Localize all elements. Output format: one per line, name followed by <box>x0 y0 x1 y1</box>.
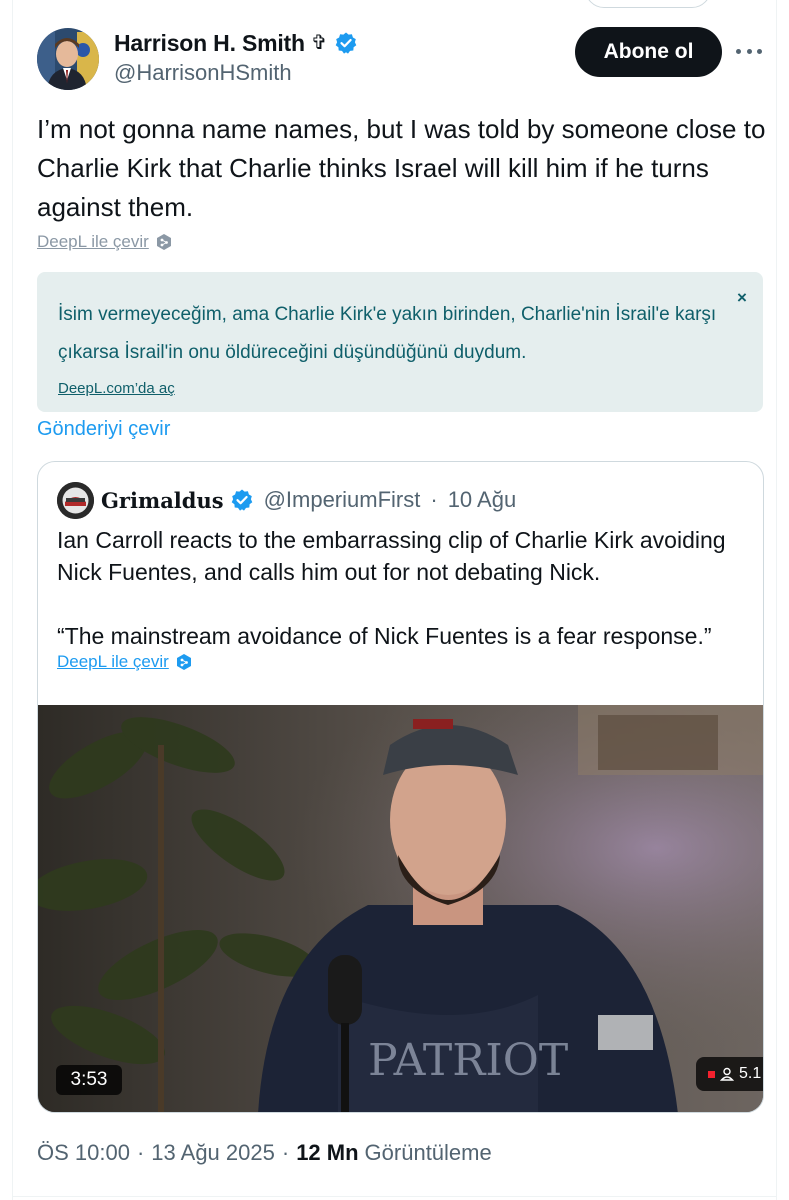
verified-badge-icon <box>230 488 254 512</box>
author-handle[interactable]: @HarrisonHSmith <box>114 60 292 86</box>
post-date[interactable]: 13 Ağu 2025 <box>151 1140 275 1166</box>
deepl-icon <box>155 233 173 251</box>
quoted-author-name: Grimaldus <box>101 487 224 513</box>
verified-badge-icon <box>334 31 358 55</box>
column-border-left <box>12 0 13 1200</box>
quoted-tweet-card[interactable]: Grimaldus @ImperiumFirst · 10 Ağu Ian Ca… <box>37 461 764 1113</box>
video-thumbnail: PATRIOT <box>38 705 763 1112</box>
cross-icon: ✞ <box>310 32 328 54</box>
deepl-icon <box>175 653 193 671</box>
views-count: 12 Mn <box>296 1140 359 1165</box>
quoted-deepl-link[interactable]: DeepL ile çevir <box>57 652 169 672</box>
bottom-divider <box>12 1196 777 1197</box>
open-in-deepl-link[interactable]: DeepL.com’da aç <box>58 380 175 397</box>
author-name-row[interactable]: Harrison H. Smith ✞ <box>114 28 358 58</box>
tweet-footer: ÖS 10:00 · 13 Ağu 2025 · 12 Mn Görüntüle… <box>37 1140 492 1166</box>
views-label: Görüntüleme <box>364 1140 492 1165</box>
video-player[interactable]: PATRIOT 3:53 5.1 <box>38 705 763 1112</box>
quoted-paragraph-1: Ian Carroll reacts to the embarrassing c… <box>57 527 726 585</box>
quoted-deepl-row[interactable]: DeepL ile çevir <box>57 652 193 672</box>
top-partial-button <box>585 0 711 8</box>
quoted-author-avatar <box>57 482 94 519</box>
author-avatar[interactable] <box>37 28 99 90</box>
quoted-text: Ian Carroll reacts to the embarrassing c… <box>57 524 757 652</box>
viewer-count: 5.1 <box>739 1065 762 1082</box>
footer-separator: · <box>281 1140 290 1165</box>
person-icon <box>720 1067 734 1081</box>
live-dot-icon <box>708 1070 715 1078</box>
viewer-count-badge: 5.1 <box>696 1057 763 1091</box>
translation-panel: İsim vermeyeceğim, ama Charlie Kirk'e ya… <box>37 272 763 412</box>
subscribe-button[interactable]: Abone ol <box>575 27 722 77</box>
more-horizontal-icon[interactable] <box>736 38 762 64</box>
quoted-header: Grimaldus @ImperiumFirst · 10 Ağu <box>101 484 516 516</box>
column-border-right <box>776 0 777 1200</box>
close-icon[interactable]: × <box>737 288 747 308</box>
quoted-date: 10 Ağu <box>447 487 517 512</box>
video-duration: 3:53 <box>56 1065 122 1095</box>
footer-separator: · <box>136 1140 145 1165</box>
translation-text: İsim vermeyeceğim, ama Charlie Kirk'e ya… <box>58 304 717 363</box>
quoted-meta-separator: · <box>430 487 438 512</box>
post-time[interactable]: ÖS 10:00 <box>37 1140 130 1166</box>
quoted-handle: @ImperiumFirst <box>263 487 421 512</box>
quoted-paragraph-2: “The mainstream avoidance of Nick Fuente… <box>57 623 712 649</box>
translate-post-link[interactable]: Gönderiyi çevir <box>37 418 170 441</box>
tweet-text: I’m not gonna name names, but I was told… <box>37 114 766 222</box>
svg-text:PATRIOT: PATRIOT <box>368 1035 568 1086</box>
deepl-translate-row[interactable]: DeepL ile çevir <box>37 232 173 252</box>
author-name[interactable]: Harrison H. Smith <box>114 30 305 57</box>
deepl-translate-link[interactable]: DeepL ile çevir <box>37 232 149 252</box>
